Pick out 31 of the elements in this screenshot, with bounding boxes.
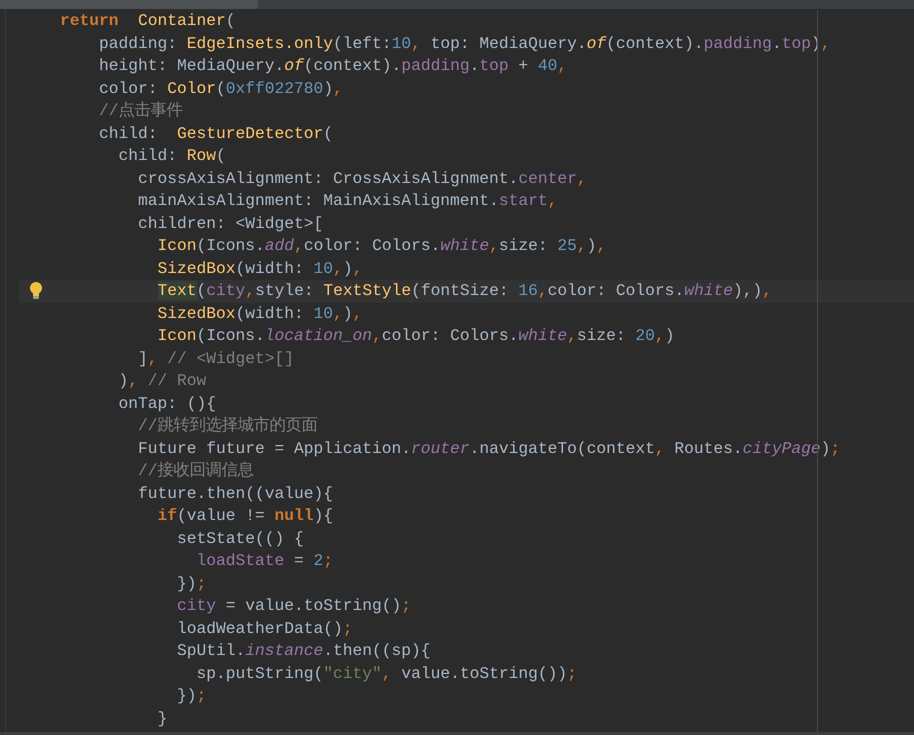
code-line: sp.putString("city", value.toString()); (196, 662, 578, 684)
code-line: Icon(Icons.add,color: Colors.white,size: 25,), (156, 235, 608, 257)
code-line: SizedBox(width: 10,), (156, 258, 364, 280)
code-line: mainAxisAlignment: MainAxisAlignment.start, (137, 190, 558, 212)
code-line: loadState = 2; (196, 550, 334, 572)
code-line: ], // <Widget>[] (137, 348, 296, 370)
code-line: future.then((value){ (137, 482, 334, 504)
code-line: loadWeatherData(); (176, 618, 354, 640)
code-line: Future future = Application.router.navigateTo(context, Routes.cityPage); (137, 438, 842, 460)
code-line: if(value != null){ (156, 505, 334, 527)
code-line: SpUtil.instance.then((sp){ (176, 640, 432, 662)
code-line: //接收回调信息 (137, 460, 255, 482)
code-line: }); (176, 572, 208, 594)
lightbulb-icon[interactable] (28, 281, 44, 301)
code-line: } (156, 708, 168, 730)
code-line: color: Color(0xff022780), (98, 78, 344, 100)
code-line: onTap: (){ (118, 392, 218, 414)
code-line: height: MediaQuery.of(context).padding.top + 40, (98, 55, 568, 77)
code-line: crossAxisAlignment: CrossAxisAlignment.center, (137, 168, 588, 190)
code-line: //跳转到选择城市的页面 (137, 415, 319, 437)
code-line: }); (176, 685, 208, 707)
code-line: city = value.toString(); (176, 595, 412, 617)
code-line: setState(() { (176, 528, 305, 550)
code-line: //点击事件 (98, 100, 184, 122)
code-line: child: GestureDetector( (98, 122, 334, 144)
code-line: Icon(Icons.location_on,color: Colors.white,size: 20,) (156, 325, 676, 347)
code-line: child: Row( (118, 145, 227, 167)
code-line: children: <Widget>[ (137, 212, 324, 234)
code-line: ), // Row (118, 370, 208, 392)
code-line: SizedBox(width: 10,), (156, 302, 364, 324)
code-line: return Container( (59, 10, 237, 32)
